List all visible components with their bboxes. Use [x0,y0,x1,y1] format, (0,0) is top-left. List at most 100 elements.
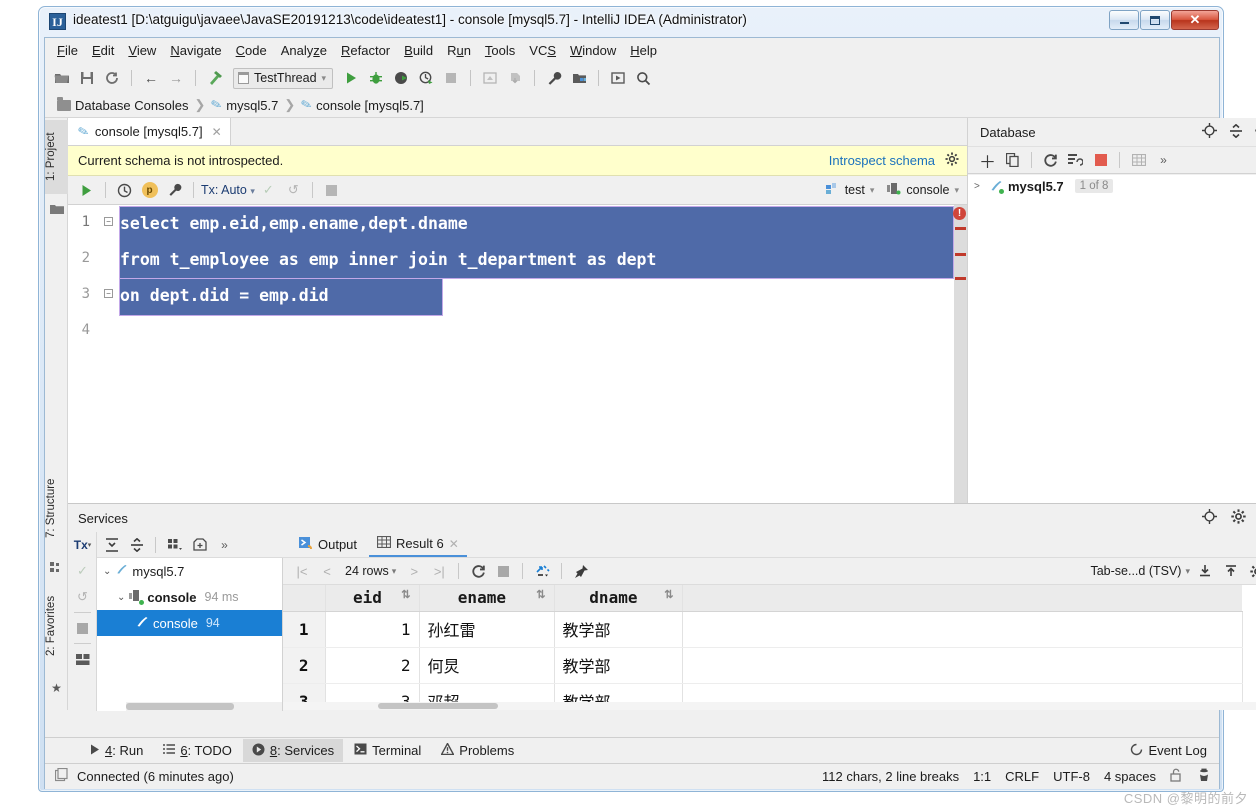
session-label[interactable]: console [906,183,949,197]
services-tree-row-mysql[interactable]: ⌄ mysql5.7 [97,558,282,584]
run-with-coverage-icon[interactable] [390,67,412,89]
tab-output[interactable]: Output [291,532,365,557]
reload-icon[interactable] [467,560,489,582]
chevron-down-icon[interactable]: ⌄ [103,566,111,577]
wrench-icon[interactable] [163,179,186,201]
import-icon[interactable] [1194,560,1216,582]
editor-marker-bar[interactable]: ! [953,205,967,503]
services-tree-row-console-selected[interactable]: console 94 [97,610,282,636]
parameters-icon[interactable]: p [138,179,161,201]
close-button[interactable]: ✕ [1171,10,1219,30]
table-row[interactable]: 2 2 何炅 教学部 [283,647,1243,684]
refresh-icon[interactable] [1039,149,1062,171]
star-icon[interactable]: ★ [49,680,64,695]
stop-icon[interactable] [1089,149,1112,171]
result-grid[interactable]: eid ⇅ ename ⇅ dname ⇅ 1 1 孙红雷 教学部 2 2 何炅… [283,585,1256,703]
chevron-down-icon[interactable]: ▾ [870,185,875,196]
close-icon[interactable]: ✕ [212,125,222,139]
collapse-all-icon[interactable] [1229,123,1243,141]
error-marker-3[interactable] [955,277,966,280]
collapse-all-icon[interactable] [125,534,148,556]
table-row[interactable]: 3 3 邓超 教学部 [283,683,1243,703]
navigate-back-icon[interactable]: ← [140,67,162,89]
folder-icon[interactable] [49,202,64,217]
chevron-right-icon[interactable]: > [974,181,984,192]
cell-eid[interactable]: 1 [325,611,420,648]
inspection-icon[interactable] [1197,768,1211,785]
save-icon[interactable] [76,67,98,89]
last-page-icon[interactable]: >| [428,560,450,582]
menu-analyze[interactable]: Analyze [274,40,334,61]
error-stripe-badge[interactable]: ! [953,207,966,220]
navigate-forward-icon[interactable]: → [165,67,187,89]
history-icon[interactable] [113,179,136,201]
services-tree[interactable]: ⌄ mysql5.7 ⌄ console 94 ms console 94 [97,558,283,711]
build-hammer-icon[interactable] [204,67,226,89]
menu-help[interactable]: Help [623,40,664,61]
locate-icon[interactable] [1201,509,1217,527]
expand-all-icon[interactable] [100,534,123,556]
header-ename[interactable]: ename ⇅ [419,585,555,612]
group-by-icon[interactable] [163,534,186,556]
sidebar-item-project[interactable]: 1: Project [45,120,68,194]
cell-ename[interactable]: 邓超 [419,683,555,703]
fold-toggle-1[interactable]: − [104,217,113,226]
profile-icon[interactable] [415,67,437,89]
menu-edit[interactable]: Edit [85,40,121,61]
introspect-schema-link[interactable]: Introspect schema [829,153,935,168]
fold-toggle-3[interactable]: − [104,289,113,298]
services-tree-row-console-session[interactable]: ⌄ console 94 ms [97,584,282,610]
menu-window[interactable]: Window [563,40,623,61]
error-marker-2[interactable] [955,253,966,256]
rows-count-selector[interactable]: 24 rows ▾ [341,564,400,578]
minimize-button[interactable] [1109,10,1139,30]
close-icon[interactable]: ✕ [449,537,459,551]
wrench-icon[interactable] [543,67,565,89]
schema-label[interactable]: test [845,183,865,197]
bottom-tab-run[interactable]: 4: Run [81,739,152,762]
locate-icon[interactable] [1202,123,1217,141]
cell-eid[interactable]: 3 [325,683,420,703]
menu-tools[interactable]: Tools [478,40,522,61]
cell-ename[interactable]: 孙红雷 [419,611,555,648]
duplicate-icon[interactable] [1001,149,1024,171]
more-icon[interactable]: » [1152,149,1175,171]
cell-dname[interactable]: 教学部 [554,611,683,648]
sidebar-item-structure[interactable]: 7: Structure [45,463,68,553]
tab-result-6[interactable]: Result 6 ✕ [369,532,467,557]
editor-tab-console[interactable]: ✎ console [mysql5.7] ✕ [68,118,231,145]
result-grid-hscrollbar[interactable] [283,702,1256,710]
menu-file[interactable]: File [50,40,85,61]
sort-icon-eid[interactable]: ⇅ [401,588,410,601]
breadcrumb-item-2[interactable]: console [mysql5.7] [316,98,424,113]
debug-icon[interactable] [365,67,387,89]
cell-dname[interactable]: 教学部 [554,647,683,684]
export-icon[interactable] [1220,560,1242,582]
menu-navigate[interactable]: Navigate [163,40,228,61]
menu-view[interactable]: View [121,40,163,61]
cell-ename[interactable]: 何炅 [419,647,555,684]
database-tree-row-mysql[interactable]: > mysql5.7 1 of 8 [968,175,1256,197]
maximize-button[interactable] [1140,10,1170,30]
chevron-down-icon-2[interactable]: ▾ [1185,566,1190,577]
menu-code[interactable]: Code [229,40,274,61]
line-separator[interactable]: CRLF [1005,769,1039,784]
menu-vcs[interactable]: VCS [522,40,563,61]
run-configuration-selector[interactable]: TestThread ▾ [233,67,334,89]
search-icon[interactable] [632,67,654,89]
header-eid[interactable]: eid ⇅ [325,585,420,612]
prev-page-icon[interactable]: < [316,560,338,582]
add-tab-icon[interactable] [188,534,211,556]
bottom-tab-terminal[interactable]: Terminal [345,739,430,762]
open-folder-icon[interactable] [51,67,73,89]
run-icon[interactable] [340,67,362,89]
caret-position[interactable]: 1:1 [973,769,991,784]
bottom-tab-services[interactable]: 8: Services [242,739,344,762]
event-log-button[interactable]: Event Log [1130,743,1219,759]
pin-tab-icon[interactable] [570,560,592,582]
header-dname[interactable]: dname ⇅ [554,585,683,612]
first-page-icon[interactable]: |< [291,560,313,582]
chevron-down-icon-2[interactable]: ⌄ [117,592,125,603]
sort-icon-dname[interactable]: ⇅ [664,588,673,601]
modify-icon[interactable] [1064,149,1087,171]
